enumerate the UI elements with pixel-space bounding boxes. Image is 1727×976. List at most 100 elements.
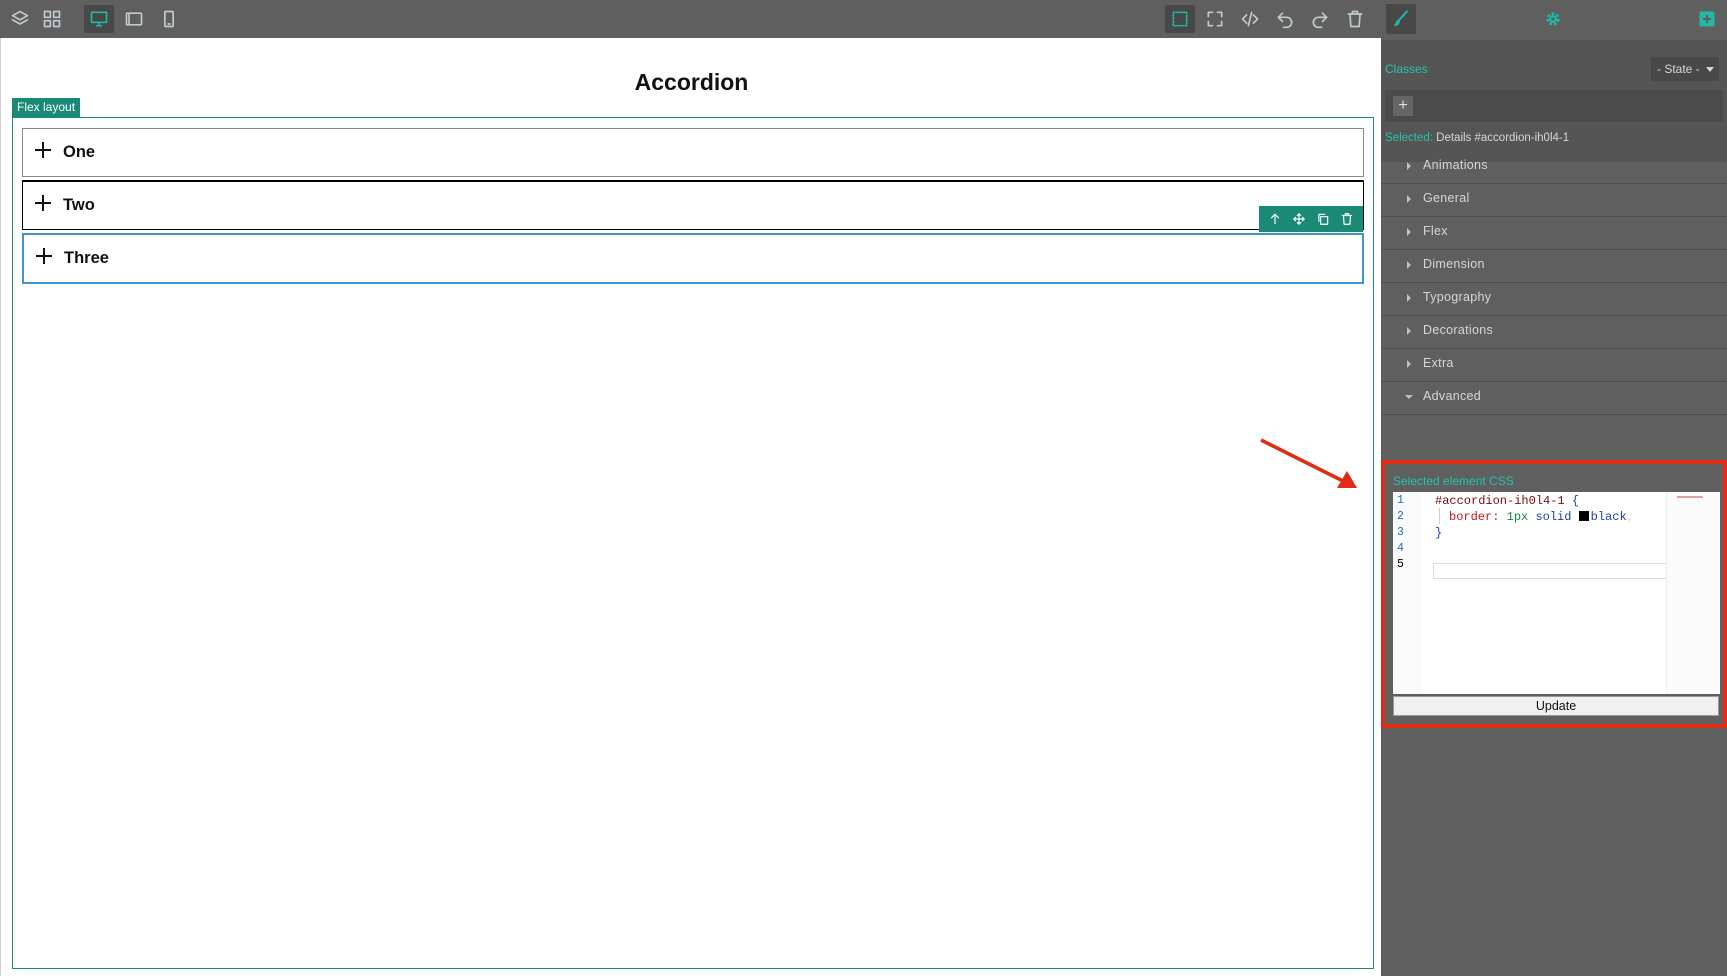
mobile-icon: [164, 10, 174, 28]
caret-right-icon: [1407, 261, 1411, 269]
class-tags-field[interactable]: +: [1385, 90, 1723, 122]
code-line: border: 1px solid black;: [1449, 510, 1634, 524]
device-tablet-button[interactable]: [119, 5, 149, 33]
close-brace: }: [1435, 526, 1443, 540]
paintbrush-icon: [1393, 10, 1408, 26]
clear-canvas-button[interactable]: [1340, 5, 1370, 33]
desktop-icon: [90, 11, 108, 27]
top-toolbar: [0, 0, 1381, 38]
editor-minimap: [1666, 492, 1720, 694]
arrow-up-icon[interactable]: [1268, 212, 1282, 226]
tablet-icon: [125, 12, 143, 26]
plus-icon: [35, 142, 51, 158]
color-swatch: [1578, 511, 1589, 521]
accordion-item[interactable]: One: [22, 128, 1364, 177]
css-property: border:: [1449, 510, 1500, 524]
layer-manager-button[interactable]: [5, 5, 35, 33]
line-gutter: 1 2 3 4 5: [1393, 492, 1421, 694]
caret-down-icon: [1405, 395, 1413, 399]
caret-right-icon: [1407, 162, 1411, 170]
panel-tabs: [1381, 0, 1727, 40]
move-icon[interactable]: [1292, 212, 1306, 226]
line-number: 3: [1397, 526, 1404, 539]
trash-icon: [1347, 10, 1363, 28]
device-desktop-button[interactable]: [84, 5, 114, 33]
style-manager-panel: Classes - State - + Selected: Details #a…: [1381, 0, 1727, 976]
tab-style-manager[interactable]: [1386, 4, 1416, 34]
selected-prefix: Selected:: [1385, 132, 1433, 144]
component-name-badge: Flex layout: [12, 98, 81, 117]
accordion-item[interactable]: Three: [22, 233, 1364, 284]
line-number: 5: [1397, 558, 1404, 571]
update-button[interactable]: Update: [1393, 696, 1719, 716]
delete-icon[interactable]: [1340, 212, 1354, 226]
code-line: #accordion-ih0l4-1 {: [1435, 494, 1579, 508]
indent-guide: [1439, 508, 1440, 524]
css-value-width: 1px: [1506, 510, 1529, 524]
accordion-item-label: Two: [63, 196, 95, 214]
redo-button[interactable]: [1305, 5, 1335, 33]
css-value-color: black: [1590, 510, 1627, 524]
tab-trait-manager[interactable]: [1538, 4, 1568, 34]
css-value-style: solid: [1535, 510, 1572, 524]
sector-flex[interactable]: Flex: [1381, 214, 1727, 250]
add-class-button[interactable]: +: [1393, 96, 1413, 116]
caret-right-icon: [1407, 294, 1411, 302]
selected-element-css-panel: Selected element CSS 1 2 3 4 5 #accordio…: [1381, 460, 1727, 728]
accordion-item-label: One: [63, 143, 96, 161]
active-line: [1433, 563, 1667, 579]
sector-animations[interactable]: Animations: [1381, 148, 1727, 184]
accordion-item[interactable]: Two: [22, 180, 1364, 230]
add-square-icon: [1699, 11, 1715, 27]
selected-component-info: Selected: Details #accordion-ih0l4-1: [1385, 132, 1569, 144]
sector-advanced[interactable]: Advanced: [1381, 379, 1727, 415]
copy-icon[interactable]: [1316, 212, 1330, 226]
sector-extra[interactable]: Extra: [1381, 346, 1727, 382]
css-selector: #accordion-ih0l4-1: [1435, 494, 1565, 508]
sector-typography[interactable]: Typography: [1381, 280, 1727, 316]
selected-value: Details #accordion-ih0l4-1: [1436, 132, 1570, 144]
plus-icon: [35, 195, 51, 211]
classes-label: Classes: [1385, 62, 1428, 76]
code-line: }: [1435, 526, 1442, 540]
state-select[interactable]: - State -: [1651, 57, 1719, 81]
sw-visibility-button[interactable]: [1165, 5, 1195, 33]
undo-button[interactable]: [1270, 5, 1300, 33]
grid-icon: [43, 10, 61, 28]
editor-canvas[interactable]: Accordion Flex layout One Two Three: [0, 38, 1381, 976]
blocks-button[interactable]: [37, 5, 67, 33]
accordion-item-label: Three: [64, 249, 109, 267]
component-toolbar: [1259, 206, 1363, 232]
line-number: 1: [1397, 494, 1404, 507]
line-number: 4: [1397, 542, 1404, 555]
caret-right-icon: [1407, 228, 1411, 236]
layers-icon: [11, 10, 29, 25]
view-code-button[interactable]: [1235, 5, 1265, 33]
undo-icon: [1277, 12, 1293, 29]
sector-decorations[interactable]: Decorations: [1381, 313, 1727, 349]
line-number: 2: [1397, 510, 1404, 523]
open-brace: {: [1571, 494, 1580, 508]
redo-icon: [1312, 12, 1328, 29]
caret-right-icon: [1407, 360, 1411, 368]
sector-dimension[interactable]: Dimension: [1381, 247, 1727, 283]
device-mobile-button[interactable]: [154, 5, 184, 33]
sector-general[interactable]: General: [1381, 181, 1727, 217]
gear-icon: [1546, 12, 1560, 26]
code-icon: [1241, 11, 1259, 27]
page-title: Accordion: [634, 69, 749, 95]
dashed-square-icon: [1172, 11, 1188, 27]
state-select-value: - State -: [1657, 62, 1700, 76]
plus-icon: [36, 248, 52, 264]
caret-right-icon: [1407, 195, 1411, 203]
annotation-arrow: [1260, 438, 1357, 488]
tab-blocks[interactable]: [1692, 4, 1722, 34]
caret-down-icon: [1706, 67, 1714, 72]
selector-manager: Classes - State - + Selected: Details #a…: [1381, 40, 1727, 162]
semicolon: ;: [1626, 510, 1634, 524]
css-code-editor[interactable]: 1 2 3 4 5 #accordion-ih0l4-1 { border: 1…: [1393, 492, 1720, 694]
css-panel-title: Selected element CSS: [1393, 474, 1514, 488]
caret-right-icon: [1407, 327, 1411, 335]
fullscreen-icon: [1207, 11, 1223, 27]
fullscreen-button[interactable]: [1200, 5, 1230, 33]
